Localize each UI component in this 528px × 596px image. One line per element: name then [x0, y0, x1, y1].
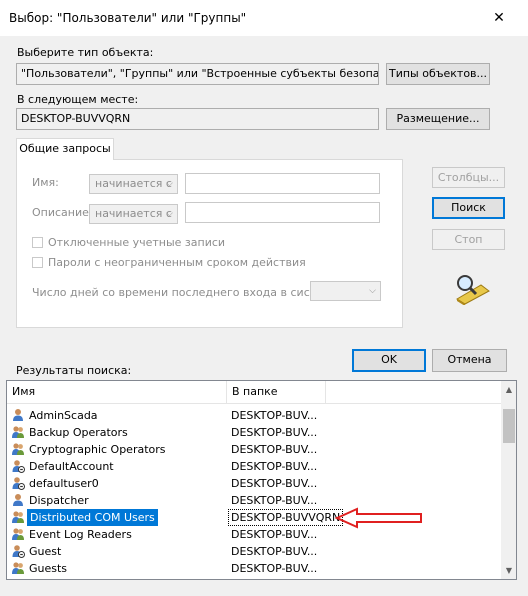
- row-name: AdminScada: [29, 409, 98, 422]
- search-button[interactable]: Поиск: [432, 197, 505, 219]
- name-mode-value: начинается с: [95, 177, 172, 190]
- group-icon: [11, 442, 25, 456]
- disabled-user-icon: [11, 459, 25, 473]
- chevron-down-icon: ⌵: [166, 179, 173, 189]
- row-name: Distributed COM Users: [27, 509, 158, 526]
- table-row[interactable]: DefaultAccount DESKTOP-BUV...: [7, 458, 501, 475]
- disabled-accounts-label: Отключенные учетные записи: [48, 236, 226, 249]
- cancel-button[interactable]: Отмена: [432, 349, 507, 372]
- location-field: DESKTOP-BUVVQRN: [16, 108, 379, 130]
- days-since-logon-label: Число дней со времени последнего входа в…: [32, 286, 342, 299]
- days-since-logon-select[interactable]: ⌵: [310, 281, 381, 301]
- name-mode-select[interactable]: начинается с ⌵: [89, 174, 178, 194]
- results-label: Результаты поиска:: [16, 364, 132, 377]
- table-row[interactable]: Cryptographic Operators DESKTOP-BUV...: [7, 441, 501, 458]
- group-icon: [11, 510, 25, 524]
- columns-button[interactable]: Столбцы...: [432, 167, 505, 188]
- row-folder: DESKTOP-BUV...: [231, 545, 318, 558]
- object-type-field: "Пользователи", "Группы" или "Встроенные…: [16, 63, 379, 85]
- description-mode-select[interactable]: начинается с ⌵: [89, 204, 178, 224]
- row-name: defaultuser0: [29, 477, 99, 490]
- column-header-name[interactable]: Имя: [7, 381, 226, 403]
- row-folder: DESKTOP-BUV...: [231, 477, 318, 490]
- group-icon: [11, 561, 25, 575]
- user-icon: [11, 408, 25, 422]
- row-name: Backup Operators: [29, 426, 128, 439]
- row-name: Dispatcher: [29, 494, 89, 507]
- results-list[interactable]: Имя В папке AdminScada DESKTOP-BUV... Back…: [6, 380, 517, 580]
- disabled-accounts-checkbox[interactable]: [32, 237, 43, 248]
- row-folder: DESKTOP-BUV...: [231, 460, 318, 473]
- close-icon: ✕: [493, 10, 505, 26]
- table-row[interactable]: Dispatcher DESKTOP-BUV...: [7, 492, 501, 509]
- row-name: Cryptographic Operators: [29, 443, 166, 456]
- chevron-down-icon: ⌵: [369, 286, 376, 296]
- row-folder: DESKTOP-BUV...: [231, 528, 318, 541]
- vertical-scrollbar[interactable]: ▲ ▼: [501, 381, 516, 579]
- window-title: Выбор: "Пользователи" или "Группы": [9, 11, 247, 25]
- row-folder: DESKTOP-BUV...: [231, 443, 318, 456]
- disabled-user-icon: [11, 544, 25, 558]
- row-name: DefaultAccount: [29, 460, 114, 473]
- user-icon: [11, 493, 25, 507]
- non-expiring-passwords-label: Пароли с неограниченным сроком действия: [48, 256, 306, 269]
- group-icon: [11, 527, 25, 541]
- table-row[interactable]: Guests DESKTOP-BUV...: [7, 560, 501, 577]
- description-label: Описание:: [32, 206, 93, 219]
- chevron-down-icon: ⌵: [166, 209, 173, 219]
- object-type-label: Выберите тип объекта:: [17, 46, 154, 59]
- table-row[interactable]: Backup Operators DESKTOP-BUV...: [7, 424, 501, 441]
- row-folder: DESKTOP-BUV...: [231, 426, 318, 439]
- tab-common-queries[interactable]: Общие запросы: [16, 138, 114, 160]
- table-row[interactable]: Event Log Readers DESKTOP-BUV...: [7, 526, 501, 543]
- table-row[interactable]: AdminScada DESKTOP-BUV...: [7, 407, 501, 424]
- row-name: Guest: [29, 545, 62, 558]
- name-input[interactable]: [185, 173, 380, 194]
- description-mode-value: начинается с: [95, 207, 172, 220]
- column-divider[interactable]: [325, 381, 326, 403]
- name-label: Имя:: [32, 176, 59, 189]
- column-header-folder[interactable]: В папке: [227, 381, 325, 403]
- disabled-user-icon: [11, 476, 25, 490]
- row-folder: DESKTOP-BUV...: [231, 494, 318, 507]
- row-folder: DESKTOP-BUV...: [231, 562, 318, 575]
- table-row[interactable]: Guest DESKTOP-BUV...: [7, 543, 501, 560]
- table-row[interactable]: Distributed COM Users DESKTOP-BUVVQRN: [7, 509, 501, 526]
- location-label: В следующем месте:: [17, 93, 139, 106]
- description-input[interactable]: [185, 202, 380, 223]
- stop-button[interactable]: Стоп: [432, 229, 505, 250]
- locations-button[interactable]: Размещение...: [386, 108, 490, 130]
- scroll-down-icon[interactable]: ▼: [501, 562, 516, 579]
- scroll-up-icon[interactable]: ▲: [501, 381, 516, 398]
- results-rows: AdminScada DESKTOP-BUV... Backup Operators…: [7, 406, 501, 579]
- row-folder: DESKTOP-BUV...: [231, 409, 318, 422]
- object-types-button[interactable]: Типы объектов...: [386, 63, 490, 85]
- table-row[interactable]: defaultuser0 DESKTOP-BUV...: [7, 475, 501, 492]
- close-button[interactable]: ✕: [490, 9, 508, 27]
- annotation-arrow-icon: [335, 507, 422, 529]
- ok-button[interactable]: OK: [352, 349, 426, 372]
- search-illustration-icon: [451, 273, 491, 306]
- row-folder: DESKTOP-BUVVQRN: [228, 509, 344, 526]
- group-icon: [11, 425, 25, 439]
- row-name: Guests: [29, 562, 68, 575]
- non-expiring-passwords-checkbox[interactable]: [32, 257, 43, 268]
- scrollbar-thumb[interactable]: [503, 409, 515, 443]
- row-name: Event Log Readers: [29, 528, 132, 541]
